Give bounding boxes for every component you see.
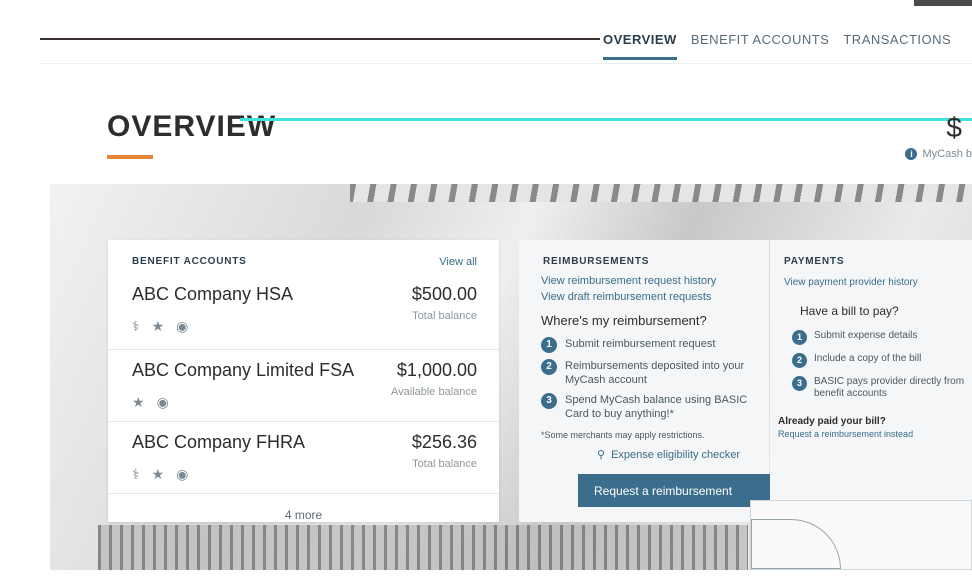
tooth-icon: ★	[151, 466, 165, 482]
draft-requests-link[interactable]: View draft reimbursement requests	[519, 289, 769, 305]
nav-tabs: OVERVIEW BENEFIT ACCOUNTS TRANSACTIONS	[603, 32, 951, 60]
reimbursement-question: Where's my reimbursement?	[541, 313, 707, 328]
reimbursement-step: 2 Reimbursements deposited into your MyC…	[519, 356, 769, 390]
hero-image-top	[350, 184, 972, 202]
account-name: ABC Company Limited FSA	[132, 360, 355, 380]
payment-step: 1 Submit expense details	[770, 326, 972, 349]
overlay-panel	[750, 500, 972, 570]
tooth-icon: ★	[151, 318, 165, 334]
step-text: Include a copy of the bill	[814, 353, 922, 364]
mycash-label: MyCash b	[922, 148, 972, 160]
step-number: 1	[792, 330, 807, 345]
eye-icon: ◉	[156, 394, 169, 410]
account-caption: Total balance	[412, 310, 477, 322]
reimbursement-history-link[interactable]: View reimbursement request history	[519, 273, 769, 289]
reimbursements-heading: REIMBURSEMENTS	[543, 256, 650, 267]
payment-step: 3 BASIC pays provider directly from bene…	[770, 372, 972, 404]
account-caption: Total balance	[412, 458, 477, 470]
account-icons: ⚕ ★ ◉	[132, 466, 188, 483]
tab-transactions[interactable]: TRANSACTIONS	[843, 32, 951, 60]
payments-card: PAYMENTS View payment provider history H…	[770, 240, 972, 522]
more-accounts-link[interactable]: 4 more	[108, 494, 499, 522]
tab-overview[interactable]: OVERVIEW	[603, 32, 677, 60]
account-amount: $500.00	[411, 284, 477, 304]
account-name: ABC Company HSA	[132, 284, 294, 304]
eye-icon: ◉	[176, 466, 189, 482]
request-instead-link[interactable]: Request a reimbursement instead	[770, 429, 972, 439]
reimbursement-step: 1 Submit reimbursement request	[519, 334, 769, 356]
eye-icon: ◉	[176, 318, 189, 334]
step-text: Submit reimbursement request	[565, 338, 716, 350]
benefit-accounts-heading: BENEFIT ACCOUNTS	[132, 256, 247, 267]
account-row[interactable]: ABC Company Limited FSA $1,000.00 Availa…	[108, 350, 499, 422]
step-text: Spend MyCash balance using BASIC Card to…	[565, 394, 748, 420]
eligibility-checker[interactable]: ⚲ Expense eligibility checker	[519, 440, 769, 462]
stethoscope-icon: ⚕	[132, 318, 140, 334]
payment-question: Have a bill to pay?	[800, 304, 899, 318]
view-all-link[interactable]: View all	[439, 256, 477, 268]
nav-divider	[40, 38, 600, 40]
step-number: 3	[792, 376, 807, 391]
hero-image-bottom	[98, 525, 748, 570]
header-divider	[240, 118, 972, 121]
reimbursements-header: REIMBURSEMENTS	[519, 240, 769, 273]
step-number: 2	[541, 359, 557, 375]
page-title: OVERVIEW	[107, 110, 277, 143]
stethoscope-icon: ⚕	[132, 466, 140, 482]
account-caption: Available balance	[390, 386, 477, 398]
payments-header: PAYMENTS	[770, 240, 972, 273]
benefit-accounts-card: BENEFIT ACCOUNTS View all ABC Company HS…	[108, 240, 499, 522]
step-text: BASIC pays provider directly from benefi…	[814, 376, 965, 399]
tooth-icon: ★	[132, 394, 145, 410]
account-row[interactable]: ABC Company FHRA $256.36 Total balance ⚕…	[108, 422, 499, 494]
title-accent-bar	[107, 155, 153, 159]
mycash-balance: $	[946, 112, 962, 143]
benefit-accounts-header: BENEFIT ACCOUNTS View all	[108, 240, 499, 274]
merchant-note: *Some merchants may apply restrictions.	[541, 430, 705, 440]
tab-benefit-accounts[interactable]: BENEFIT ACCOUNTS	[691, 32, 830, 60]
account-icons: ★ ◉	[132, 394, 169, 411]
mycash-info: i MyCash b	[905, 148, 972, 160]
top-navigation: OVERVIEW BENEFIT ACCOUNTS TRANSACTIONS	[40, 28, 972, 64]
step-number: 2	[792, 353, 807, 368]
account-amount: $1,000.00	[396, 360, 477, 380]
step-number: 1	[541, 337, 557, 353]
payment-step: 2 Include a copy of the bill	[770, 349, 972, 372]
reimbursement-step: 3 Spend MyCash balance using BASIC Card …	[519, 390, 769, 424]
account-amount: $256.36	[411, 432, 477, 452]
overlay-shape	[751, 519, 841, 569]
step-text: Submit expense details	[814, 330, 918, 341]
account-icons: ⚕ ★ ◉	[132, 318, 188, 335]
step-text: Reimbursements deposited into your MyCas…	[565, 360, 745, 386]
payment-history-link[interactable]: View payment provider history	[770, 273, 972, 292]
account-row[interactable]: ABC Company HSA $500.00 Total balance ⚕ …	[108, 274, 499, 350]
step-number: 3	[541, 393, 557, 409]
already-paid-heading: Already paid your bill?	[778, 416, 886, 427]
payments-heading: PAYMENTS	[784, 256, 845, 267]
eligibility-checker-label: Expense eligibility checker	[611, 448, 741, 461]
search-icon: ⚲	[597, 449, 606, 461]
info-icon[interactable]: i	[905, 148, 918, 160]
corner-thumbnail	[914, 0, 972, 6]
account-name: ABC Company FHRA	[132, 432, 306, 452]
